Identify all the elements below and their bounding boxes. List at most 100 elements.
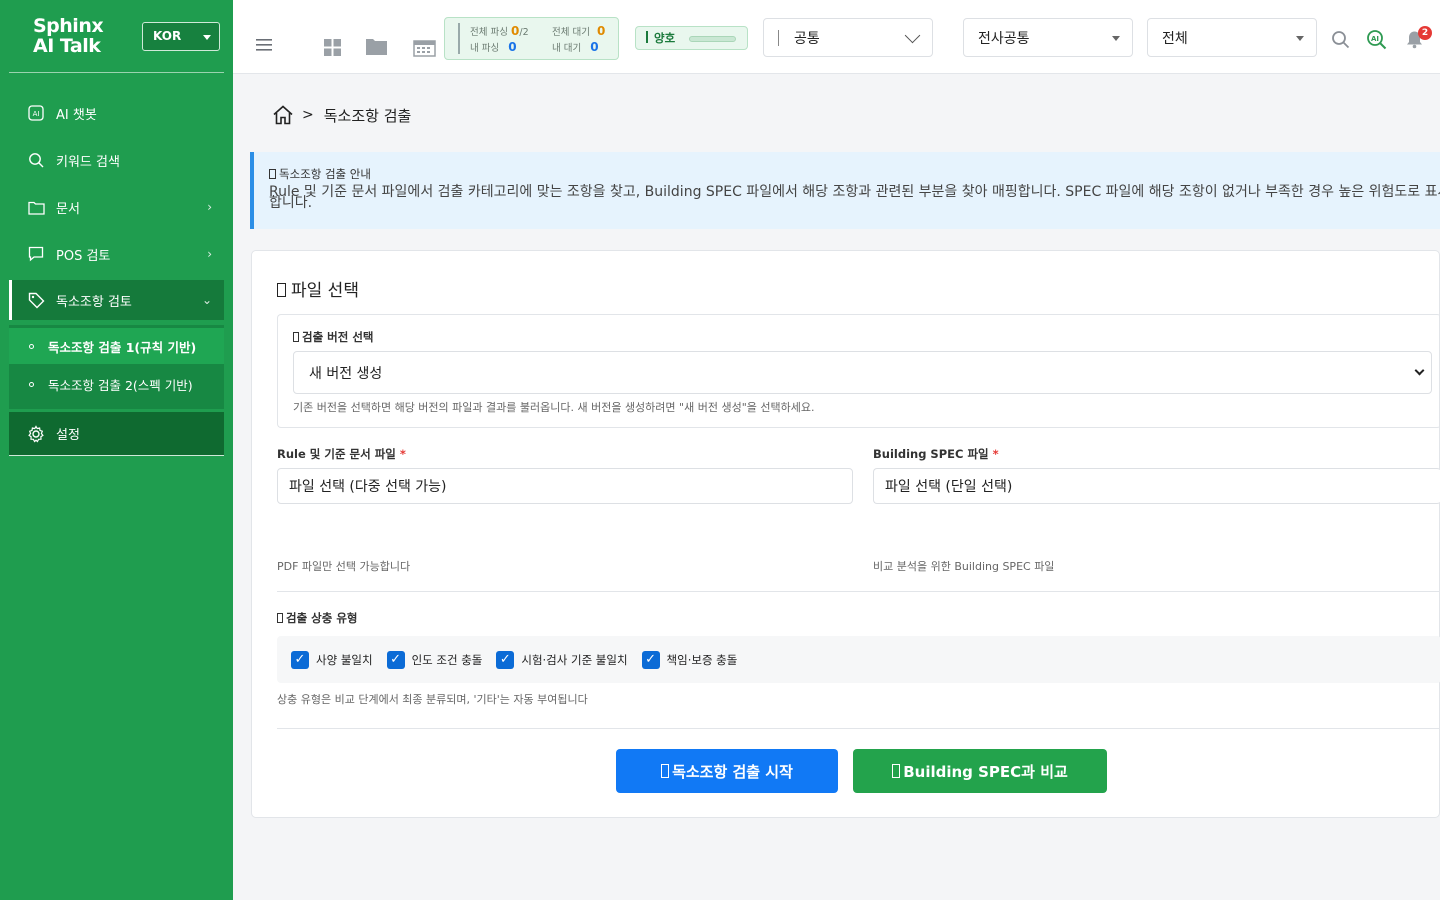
sidebar-item-label: 독소조항 검토 [56,294,132,310]
sidebar-item-toxic-clause-review[interactable]: 독소조항 검토 ⌄ [9,280,224,320]
spec-file-input-value: 파일 선택 (단일 선택) [885,479,1013,495]
grid-icon[interactable] [322,37,342,57]
status-gauge [689,36,736,42]
info-notice: 독소조항 검출 안내 Rule 및 기준 문서 파일에서 검출 카테고리에 맞는… [250,152,1440,229]
breadcrumb: > 독소조항 검출 [272,104,411,126]
compare-spec-button[interactable]: Building SPEC과 비교 [853,749,1107,793]
rule-file-input-value: 파일 선택 (다중 선택 가능) [289,479,447,495]
sidebar-item-keyword-search[interactable]: 키워드 검색 [9,140,224,180]
sidebar-item-pos-review[interactable]: POS 검토 › [9,234,224,274]
search-icon [27,151,45,169]
start-detection-button[interactable]: 독소조항 검출 시작 [616,749,838,793]
version-select-value: 새 버전 생성 [309,365,383,382]
conflict-type-label: 검출 상충 유형 [277,610,358,626]
start-detection-button-label: 독소조항 검출 시작 [672,762,793,781]
rule-file-hint: PDF 파일만 선택 가능합니다 [277,560,411,573]
checkbox-warranty-conflict[interactable]: ✓ 책임·보증 충돌 [641,650,738,669]
stat-label: 내 대기 [552,43,582,54]
language-value: KOR [153,29,182,43]
checkbox-label: 책임·보증 충돌 [666,652,738,667]
my-wait-stat: 내 대기 0 [552,40,599,54]
scope-select[interactable]: 전체 [1147,18,1317,57]
conflict-type-hint: 상충 유형은 비교 단계에서 최종 분류되며, '기타'는 자동 부여됩니다 [277,693,588,706]
folder-icon[interactable] [364,36,388,56]
caret-down-icon [1296,36,1304,41]
info-icon [269,169,276,179]
version-section: 검출 버전 선택 새 버전 생성 기존 버전을 선택하면 해당 버전의 파일과 … [277,314,1440,428]
sidebar-item-label: 키워드 검색 [56,154,120,170]
chevron-down-icon: ⌄ [201,293,212,307]
my-parse-stat: 내 파싱 0 [470,40,517,54]
sidebar-item-label: 문서 [56,201,80,217]
chevron-down-icon [1414,365,1425,376]
rule-file-label: Rule 및 기준 문서 파일 * [277,446,406,462]
checkbox-label: 사양 불일치 [316,652,373,667]
checkbox-delivery-conflict[interactable]: ✓ 인도 조건 충돌 [386,650,483,669]
card-title-text: 파일 선택 [291,281,359,301]
sidebar-item-label: 설정 [56,428,80,443]
calendar-icon[interactable] [412,37,436,57]
breadcrumb-separator: > [302,107,314,123]
file-icon [277,283,286,297]
version-label: 검출 버전 선택 [293,329,374,345]
language-select[interactable]: KOR [142,22,220,51]
version-label-text: 검출 버전 선택 [302,330,374,344]
company-select-value: 전사공통 [978,30,1030,47]
checkbox-checked-icon[interactable]: ✓ [496,650,515,669]
tag-icon [27,291,45,309]
spec-file-input[interactable]: 파일 선택 (단일 선택) [873,468,1440,504]
sidebar-subitem-detection-1[interactable]: 독소조항 검출 1(규칙 기반) [9,328,224,364]
sidebar-subitem-label: 독소조항 검출 1(규칙 기반) [48,339,197,355]
stats-divider [458,23,460,54]
compare-icon [892,764,901,778]
sidebar-item-settings[interactable]: 설정 [9,412,224,456]
hamburger-menu-icon[interactable] [255,36,273,54]
brand-logo[interactable]: Sphinx AI Talk [33,15,104,56]
category-select[interactable]: 공통 [763,18,933,57]
checkbox-label: 시험·검사 기준 불일치 [521,652,628,667]
checkbox-inspection-mismatch[interactable]: ✓ 시험·검사 기준 불일치 [496,650,628,669]
svg-text:AI: AI [33,110,40,118]
notice-title-text: 독소조항 검출 안내 [279,167,371,181]
system-status: 양호 [635,26,748,50]
stat-label: 전체 대기 [552,27,590,38]
status-marker [646,31,648,43]
sidebar-submenu: 독소조항 검출 1(규칙 기반) 독소조항 검출 2(스펙 기반) [9,325,224,409]
conflict-type-label-text: 검출 상충 유형 [286,611,358,625]
scope-select-value: 전체 [1162,30,1188,47]
conflict-type-options: ✓ 사양 불일치 ✓ 인도 조건 충돌 ✓ 시험·검사 기준 불일치 ✓ 책임·… [277,636,1440,683]
brand-line1: Sphinx [33,15,104,37]
notice-title: 독소조항 검출 안내 [269,166,1440,182]
checkbox-spec-mismatch[interactable]: ✓ 사양 불일치 [291,650,373,669]
stat-label: 전체 파싱 [470,27,508,38]
spec-file-label-text: Building SPEC 파일 [873,447,989,461]
bullet-icon [29,343,34,349]
sidebar-item-label: POS 검토 [56,248,111,264]
status-label: 양호 [654,31,676,45]
home-icon[interactable] [272,104,294,126]
sidebar-subitem-detection-2[interactable]: 독소조항 검출 2(스펙 기반) [9,366,224,402]
checkbox-label: 인도 조건 충돌 [411,652,483,667]
required-mark: * [992,447,999,461]
sidebar-item-documents[interactable]: 문서 › [9,187,224,227]
sidebar-divider [9,72,224,73]
sidebar-item-ai-chatbot[interactable]: AI AI 챗봇 [9,93,224,133]
rule-file-label-text: Rule 및 기준 문서 파일 [277,447,396,461]
chevron-down-icon [904,27,921,44]
version-select[interactable]: 새 버전 생성 [293,351,1432,394]
top-bar: 전체 파싱 0/2 내 파싱 0 전체 대기 0 내 대기 0 양호 공통 전사… [233,0,1440,74]
breadcrumb-current: 독소조항 검출 [323,106,412,125]
checkbox-checked-icon[interactable]: ✓ [641,650,660,669]
sidebar-subitem-label: 독소조항 검출 2(스펙 기반) [48,377,193,393]
total-wait-stat: 전체 대기 0 [552,24,605,38]
bullet-icon [29,381,34,387]
total-parse-stat: 전체 파싱 0/2 [470,24,529,38]
ai-search-icon[interactable]: AI [1365,28,1387,50]
rule-file-input[interactable]: 파일 선택 (다중 선택 가능) [277,468,853,504]
company-select[interactable]: 전사공통 [963,18,1133,57]
select-marker [778,29,779,46]
version-hint: 기존 버전을 선택하면 해당 버전의 파일과 결과를 불러옵니다. 새 버전을 … [293,401,815,414]
checkbox-checked-icon[interactable]: ✓ [291,650,309,669]
checkbox-checked-icon[interactable]: ✓ [386,650,405,669]
search-icon[interactable] [1330,29,1350,49]
